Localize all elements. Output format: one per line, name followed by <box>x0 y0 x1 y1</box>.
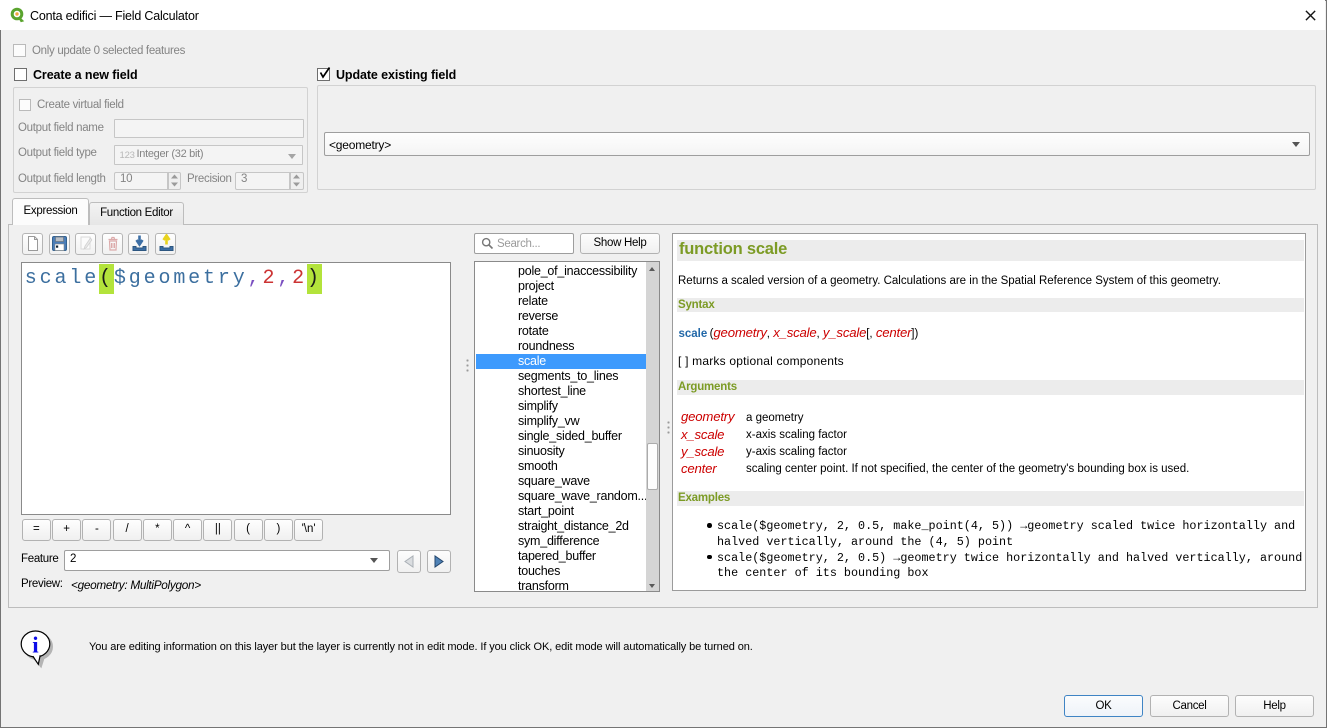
svg-text:i: i <box>32 633 39 658</box>
